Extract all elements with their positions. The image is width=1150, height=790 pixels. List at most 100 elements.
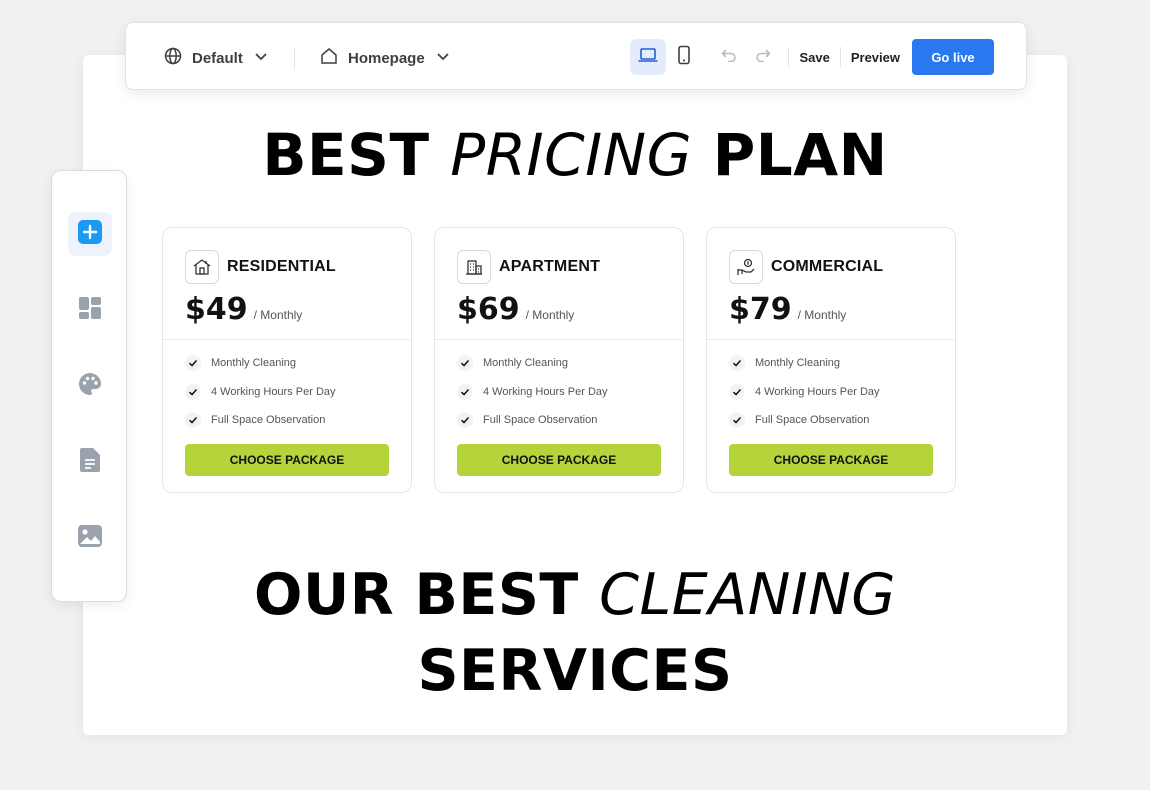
plan-price: $49 (185, 292, 248, 327)
undo-button[interactable] (712, 39, 746, 75)
page-canvas: BEST PRICING PLAN RESIDENTIAL $49 / Mont… (83, 55, 1067, 735)
check-icon (457, 355, 473, 372)
plan-period: / Monthly (253, 308, 303, 322)
go-live-button[interactable]: Go live (912, 39, 994, 75)
services-heading: OUR BEST CLEANING SERVICES (83, 557, 1067, 709)
editor-toolbar: Default Homepage Save Preview Go live (125, 22, 1027, 90)
undo-icon (721, 48, 737, 67)
check-icon (729, 412, 745, 429)
feature-item: Monthly Cleaning (729, 349, 880, 378)
pricing-card-apartment: APARTMENT $69 / Monthly Monthly Cleaning… (434, 227, 684, 493)
card-divider (707, 339, 955, 340)
feature-item: 4 Working Hours Per Day (457, 378, 608, 407)
home-icon (320, 47, 338, 69)
plan-period: / Monthly (797, 308, 847, 322)
building-icon (457, 250, 491, 284)
pricing-heading: BEST PRICING PLAN (83, 121, 1067, 189)
house-icon (185, 250, 219, 284)
services-heading-line1: OUR BEST CLEANING (83, 557, 1067, 633)
feature-text: Full Space Observation (483, 414, 598, 427)
document-icon (79, 447, 101, 478)
plan-price-row: $69 / Monthly (457, 292, 574, 327)
plan-period: / Monthly (525, 308, 575, 322)
plan-name: RESIDENTIAL (227, 258, 336, 275)
plan-price: $69 (457, 292, 520, 327)
palette-icon (78, 372, 102, 401)
feature-text: Full Space Observation (755, 414, 870, 427)
layout-button[interactable] (68, 288, 112, 332)
plan-price-row: $79 / Monthly (729, 292, 846, 327)
layout-grid-icon (78, 296, 102, 325)
check-icon (185, 412, 201, 429)
feature-text: Monthly Cleaning (483, 357, 568, 370)
feature-item: Full Space Observation (457, 406, 608, 435)
card-header: APARTMENT (457, 250, 600, 284)
card-divider (163, 339, 411, 340)
feature-item: 4 Working Hours Per Day (729, 378, 880, 407)
feature-list: Monthly Cleaning 4 Working Hours Per Day… (185, 349, 336, 435)
feature-item: Monthly Cleaning (185, 349, 336, 378)
redo-icon (755, 48, 772, 67)
feature-text: 4 Working Hours Per Day (483, 385, 608, 398)
chevron-down-icon (435, 48, 451, 68)
pricing-card-commercial: COMMERCIAL $79 / Monthly Monthly Cleanin… (706, 227, 956, 493)
check-icon (457, 383, 473, 400)
add-section-button[interactable] (68, 212, 112, 256)
feature-text: Monthly Cleaning (211, 357, 296, 370)
redo-button[interactable] (746, 39, 780, 75)
add-section-icon (77, 219, 103, 250)
pricing-card-residential: RESIDENTIAL $49 / Monthly Monthly Cleani… (162, 227, 412, 493)
globe-icon (164, 47, 182, 69)
page-label: Homepage (348, 49, 425, 67)
phone-icon (677, 45, 691, 70)
media-button[interactable] (68, 516, 112, 560)
theme-button[interactable] (68, 364, 112, 408)
toolbar-divider (839, 47, 841, 67)
heading-word-best: BEST (262, 121, 430, 189)
heading-word-pricing: PRICING (450, 121, 693, 189)
plan-name: APARTMENT (499, 258, 601, 275)
feature-list: Monthly Cleaning 4 Working Hours Per Day… (457, 349, 608, 435)
plan-price: $79 (729, 292, 792, 327)
heading-word-cleaning: CLEANING (599, 562, 896, 628)
plan-price-row: $49 / Monthly (185, 292, 302, 327)
chevron-down-icon (253, 48, 269, 68)
check-icon (457, 412, 473, 429)
editor-sidebar (51, 170, 127, 602)
laptop-icon (637, 46, 659, 69)
feature-text: Full Space Observation (211, 414, 326, 427)
choose-package-button[interactable]: CHOOSE PACKAGE (729, 444, 933, 476)
feature-text: 4 Working Hours Per Day (755, 385, 880, 398)
check-icon (729, 383, 745, 400)
feature-text: Monthly Cleaning (755, 357, 840, 370)
choose-package-button[interactable]: CHOOSE PACKAGE (457, 444, 661, 476)
toolbar-separator (294, 47, 295, 69)
toolbar-actions: Save Preview Go live (630, 38, 994, 76)
locale-dropdown[interactable]: Default (164, 47, 269, 69)
check-icon (729, 355, 745, 372)
check-icon (185, 355, 201, 372)
money-hand-icon (729, 250, 763, 284)
desktop-view-button[interactable] (630, 39, 667, 75)
services-heading-line2: SERVICES (417, 638, 733, 704)
page-dropdown[interactable]: Homepage (320, 47, 451, 69)
feature-item: 4 Working Hours Per Day (185, 378, 336, 407)
pages-button[interactable] (68, 440, 112, 484)
save-button[interactable]: Save (797, 50, 831, 65)
feature-item: Full Space Observation (729, 406, 880, 435)
preview-button[interactable]: Preview (849, 50, 902, 65)
check-icon (185, 383, 201, 400)
image-icon (77, 524, 103, 553)
plan-name: COMMERCIAL (771, 258, 884, 275)
card-header: RESIDENTIAL (185, 250, 336, 284)
toolbar-divider (788, 47, 790, 67)
card-divider (435, 339, 683, 340)
heading-word-plan: PLAN (712, 121, 888, 189)
feature-item: Monthly Cleaning (457, 349, 608, 378)
choose-package-button[interactable]: CHOOSE PACKAGE (185, 444, 389, 476)
feature-list: Monthly Cleaning 4 Working Hours Per Day… (729, 349, 880, 435)
mobile-view-button[interactable] (666, 39, 702, 75)
feature-item: Full Space Observation (185, 406, 336, 435)
card-header: COMMERCIAL (729, 250, 883, 284)
locale-label: Default (192, 49, 243, 67)
